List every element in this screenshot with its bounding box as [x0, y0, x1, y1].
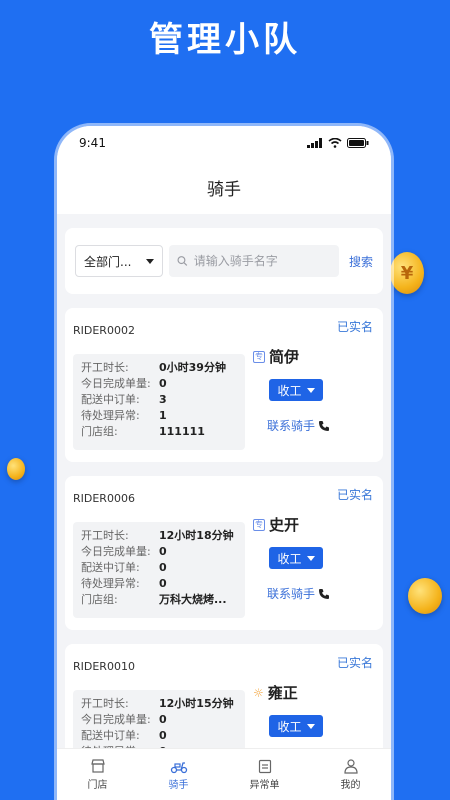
delivering-value: 0 — [159, 561, 167, 574]
delivering-label: 配送中订单: — [81, 561, 140, 574]
chevron-down-icon — [306, 387, 315, 393]
chevron-down-icon — [306, 723, 315, 729]
status-label: 收工 — [277, 719, 302, 734]
phone-screen: 9:41 骑手 全部门... 搜索 RIDER0002 已实名 开工时长: 0小时… — [57, 126, 391, 800]
pending-abnormal-label: 待处理异常: — [81, 577, 140, 590]
completed-today-label: 今日完成单量: — [81, 713, 151, 726]
work-time-value: 12小时15分钟 — [159, 697, 234, 710]
verified-badge: 已实名 — [336, 488, 373, 502]
wifi-icon — [328, 138, 342, 148]
rider-stats: 开工时长: 0小时39分钟 今日完成单量: 0 配送中订单: 3 待处理异常: 1 门店… — [73, 354, 245, 450]
work-time-label: 开工时长: — [81, 361, 129, 374]
pending-abnormal-value: 0 — [159, 577, 167, 590]
coin-icon — [408, 578, 442, 614]
status-label: 收工 — [277, 383, 302, 398]
completed-today-value: 0 — [159, 713, 167, 726]
department-select[interactable]: 全部门... — [75, 245, 163, 277]
completed-today-label: 今日完成单量: — [81, 377, 151, 390]
chevron-down-icon — [306, 555, 315, 561]
rider-name: 史开 — [269, 516, 300, 534]
search-input[interactable] — [193, 254, 331, 268]
verified-badge: 已实名 — [336, 320, 373, 334]
contact-rider-link[interactable]: 联系骑手 — [267, 417, 363, 434]
banner-title: 管理小队 — [149, 20, 301, 60]
contact-label: 联系骑手 — [267, 587, 316, 601]
status-dropdown-button[interactable]: 收工 — [269, 379, 323, 401]
rider-id: RIDER0002 — [73, 324, 135, 337]
rider-stats: 开工时长: 12小时18分钟 今日完成单量: 0 配送中订单: 0 待处理异常: 0 门… — [73, 522, 245, 618]
store-group-value: 万科大烧烤... — [159, 593, 227, 606]
store-group-label: 门店组: — [81, 425, 118, 438]
work-time-label: 开工时长: — [81, 529, 129, 542]
tab-mine[interactable]: 我的 — [341, 758, 361, 791]
rider-list: RIDER0002 已实名 开工时长: 0小时39分钟 今日完成单量: 0 配送中订… — [65, 308, 383, 798]
contact-rider-link[interactable]: 联系骑手 — [267, 585, 363, 602]
rider-card[interactable]: RIDER0006 已实名 开工时长: 12小时18分钟 今日完成单量: 0 配送中… — [65, 476, 383, 630]
status-dropdown-button[interactable]: 收工 — [269, 547, 323, 569]
page-title: 骑手 — [57, 160, 391, 214]
status-icons — [307, 138, 369, 148]
phone-icon — [319, 588, 330, 599]
signal-icon — [307, 138, 322, 148]
completed-today-value: 0 — [159, 377, 167, 390]
phone-icon — [319, 420, 330, 431]
tab-store-label: 门店 — [87, 780, 108, 791]
status-bar: 9:41 — [57, 126, 391, 160]
delivering-label: 配送中订单: — [81, 729, 140, 742]
battery-icon — [347, 138, 369, 148]
contact-label: 联系骑手 — [267, 419, 316, 433]
sun-icon: ☼ — [253, 685, 264, 700]
filter-bar: 全部门... 搜索 — [65, 228, 383, 294]
search-button[interactable]: 搜索 — [345, 253, 373, 270]
tab-mine-label: 我的 — [340, 780, 361, 791]
rider-actions: ☼ 雍正 收工 — [253, 682, 363, 737]
rider-name: 简伊 — [269, 348, 300, 366]
store-group-label: 门店组: — [81, 593, 118, 606]
delivering-value: 3 — [159, 393, 167, 406]
tab-rider-label: 骑手 — [168, 780, 189, 791]
tab-rider[interactable]: 骑手 — [169, 758, 189, 791]
delivering-label: 配送中订单: — [81, 393, 140, 406]
status-dropdown-button[interactable]: 收工 — [269, 715, 323, 737]
completed-today-label: 今日完成单量: — [81, 545, 151, 558]
tab-abnormal-label: 异常单 — [249, 780, 280, 791]
work-time-label: 开工时长: — [81, 697, 129, 710]
work-time-value: 12小时18分钟 — [159, 529, 234, 542]
clipboard-icon — [258, 759, 271, 774]
verified-badge: 已实名 — [336, 656, 373, 670]
status-time: 9:41 — [79, 136, 106, 150]
coin-icon: ¥ — [390, 252, 424, 294]
chevron-down-icon — [146, 258, 154, 264]
department-select-value: 全部门... — [84, 254, 132, 269]
status-label: 收工 — [277, 551, 302, 566]
rider-id: RIDER0006 — [73, 492, 135, 505]
rider-name: 雍正 — [267, 684, 298, 702]
tag-icon: 专 — [253, 518, 265, 531]
rider-id: RIDER0010 — [73, 660, 135, 673]
rider-actions: 专简伊 收工 联系骑手 — [253, 346, 363, 434]
tab-store[interactable]: 门店 — [88, 758, 108, 791]
tab-abnormal[interactable]: 异常单 — [250, 758, 280, 791]
tag-icon: 专 — [253, 350, 265, 363]
search-box — [169, 245, 339, 277]
coin-icon — [7, 458, 25, 480]
bottom-tab-bar: 门店 骑手 异常单 我的 — [57, 748, 391, 800]
pending-abnormal-value: 1 — [159, 409, 167, 422]
rider-card[interactable]: RIDER0002 已实名 开工时长: 0小时39分钟 今日完成单量: 0 配送中订… — [65, 308, 383, 462]
store-group-value: 111111 — [159, 425, 205, 438]
scooter-icon — [170, 762, 187, 774]
user-icon — [343, 759, 358, 774]
store-icon — [90, 759, 105, 773]
work-time-value: 0小时39分钟 — [159, 361, 226, 374]
delivering-value: 0 — [159, 729, 167, 742]
rider-actions: 专史开 收工 联系骑手 — [253, 514, 363, 602]
completed-today-value: 0 — [159, 545, 167, 558]
search-icon — [177, 256, 188, 266]
pending-abnormal-label: 待处理异常: — [81, 409, 140, 422]
